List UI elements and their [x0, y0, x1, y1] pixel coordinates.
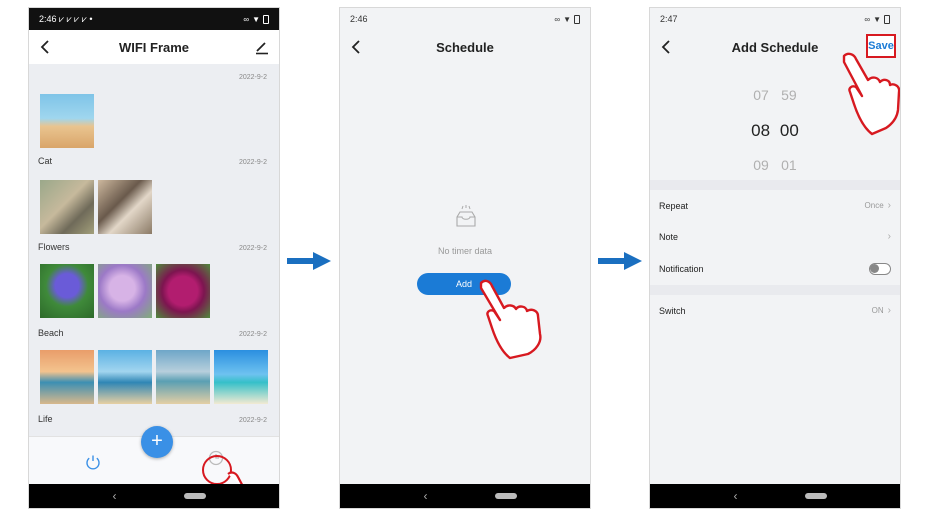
picker-minute: 00	[779, 121, 799, 140]
status-bar: 2:46 ⩗ ⩗ ⩗ ⩗ • ∞ ▼	[29, 8, 279, 30]
album-date: 2022-9-2	[238, 417, 267, 424]
album-date: 2022-9-2	[238, 245, 267, 252]
battery-icon	[263, 14, 269, 24]
empty-state-text: No timer data	[437, 246, 493, 256]
switch-row[interactable]: Switch ON ›	[650, 295, 900, 326]
add-schedule-screen: 2:47 ∞ ▼ Add Schedule Save 07 59 08 00 0…	[649, 7, 901, 509]
link-icon: ∞	[554, 14, 561, 24]
section-divider	[650, 180, 900, 190]
album-name: Beach	[38, 328, 64, 338]
switch-value: ON	[871, 306, 884, 315]
status-time: 2:47	[660, 14, 678, 24]
pointing-hand-icon	[479, 279, 542, 360]
note-label: Note	[659, 231, 679, 242]
photo-thumbnail[interactable]	[214, 350, 268, 404]
title-bar: Schedule	[340, 30, 590, 64]
photo-thumbnail[interactable]	[98, 350, 152, 404]
right-arrow-icon	[287, 252, 331, 270]
status-bar: 2:46 ∞ ▼	[340, 8, 590, 30]
nav-home-icon[interactable]	[494, 493, 517, 499]
nav-home-icon[interactable]	[804, 493, 827, 499]
photo-thumbnail[interactable]	[98, 264, 152, 318]
notification-toggle[interactable]	[869, 262, 891, 275]
system-nav-bar: ‹	[340, 484, 590, 508]
picker-minute: 59	[781, 87, 797, 103]
album-name: Cat	[38, 156, 53, 166]
repeat-label: Repeat	[659, 200, 689, 211]
album-gallery: 2022-9-2 Cat 2022-9-2 Flowers 2022-9-2 B…	[29, 64, 279, 432]
nav-home-icon[interactable]	[183, 493, 206, 499]
link-icon: ∞	[864, 14, 871, 24]
repeat-value: Once	[864, 201, 884, 210]
switch-label: Switch	[659, 305, 686, 316]
power-icon[interactable]	[84, 453, 102, 471]
wifi-icon: ▼	[873, 14, 881, 24]
toggle-knob	[870, 263, 879, 273]
photo-thumbnail[interactable]	[156, 264, 210, 318]
album-date: 2022-9-2	[238, 159, 267, 166]
picker-minute: 01	[781, 157, 797, 173]
photo-thumbnail[interactable]	[98, 180, 152, 234]
back-icon[interactable]	[348, 38, 366, 56]
pointing-hand-icon	[842, 52, 900, 136]
battery-icon	[884, 14, 890, 24]
photo-thumbnail[interactable]	[40, 350, 94, 404]
back-icon[interactable]	[37, 38, 55, 56]
photo-thumbnail[interactable]	[40, 180, 94, 234]
empty-box-icon	[456, 205, 476, 227]
nav-back-icon[interactable]: ‹	[424, 489, 428, 503]
link-icon: ∞	[243, 14, 250, 24]
page-title: Add Schedule	[731, 39, 819, 55]
chevron-right-icon: ›	[887, 200, 891, 211]
photo-thumbnail[interactable]	[40, 264, 94, 318]
wifi-icon: ▼	[252, 14, 260, 24]
note-row[interactable]: Note ›	[650, 221, 900, 252]
schedule-screen: 2:46 ∞ ▼ Schedule No timer data Add ‹	[339, 7, 591, 509]
album-date: 2022-9-2	[238, 331, 267, 338]
notification-label: Notification	[659, 263, 704, 274]
chevron-right-icon: ›	[887, 305, 891, 316]
nav-back-icon[interactable]: ‹	[734, 489, 738, 503]
notification-row: Notification	[650, 253, 900, 284]
picker-hour: 08	[751, 121, 771, 140]
repeat-row[interactable]: Repeat Once ›	[650, 190, 900, 221]
wifi-icon: ▼	[563, 14, 571, 24]
add-album-button[interactable]: +	[141, 426, 173, 458]
album-date: 2022-9-2	[238, 74, 267, 81]
page-title: Schedule	[436, 39, 494, 55]
system-nav-bar: ‹	[650, 484, 900, 508]
wifi-frame-screen: 2:46 ⩗ ⩗ ⩗ ⩗ • ∞ ▼ WIFI Frame 2022-9-2 C…	[28, 7, 280, 509]
album-name: Life	[38, 414, 53, 424]
title-bar: WIFI Frame	[29, 30, 279, 64]
edit-icon[interactable]	[253, 38, 271, 56]
photo-thumbnail[interactable]	[40, 94, 94, 148]
picker-hour: 09	[753, 157, 769, 173]
status-time: 2:46 ⩗ ⩗ ⩗ ⩗ •	[39, 13, 93, 24]
system-nav-bar: ‹	[29, 484, 279, 508]
right-arrow-icon	[598, 252, 642, 270]
nav-back-icon[interactable]: ‹	[113, 489, 117, 503]
chevron-right-icon: ›	[887, 231, 891, 242]
status-time: 2:46	[350, 14, 368, 24]
battery-icon	[574, 14, 580, 24]
status-bar: 2:47 ∞ ▼	[650, 8, 900, 30]
photo-thumbnail[interactable]	[156, 350, 210, 404]
section-divider	[650, 285, 900, 295]
picker-row-next[interactable]: 09 01	[650, 157, 900, 173]
picker-hour: 07	[753, 87, 769, 103]
back-icon[interactable]	[658, 38, 676, 56]
page-title: WIFI Frame	[118, 39, 190, 55]
album-name: Flowers	[38, 242, 70, 252]
